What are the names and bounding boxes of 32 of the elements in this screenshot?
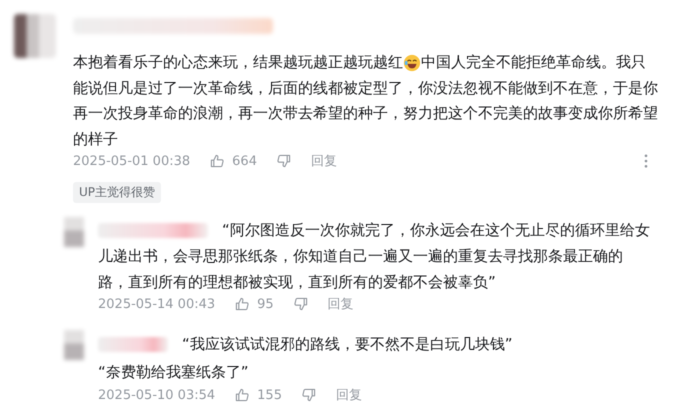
comment-text: 本抱着看乐子的心态来玩，结果越玩越正越玩越红 [73,53,403,72]
like-count: 664 [232,154,257,168]
comment-time: 2025-05-01 00:38 [73,154,190,168]
reply-text: “奈费勒给我塞纸条了” [98,362,249,382]
thumbs-up-icon[interactable] [209,153,226,169]
like-count: 95 [257,296,274,312]
more-icon[interactable] [644,154,648,168]
reply-text: “我应该试试混邪的路线，要不然不是白玩几块钱” [182,334,513,354]
blurred-avatar [64,330,84,360]
like-count: 155 [257,388,282,402]
comment-text: 能说但凡是过了一次革命线，后面的线都被定型了，你没法忽视不能做到不在意，于是你 [73,78,658,98]
comment-text: 再一次投身革命的浪潮，再一次带去希望的种子，努力把这个不完美的故事变成你所希望 [73,104,658,124]
reply-text: 儿递出书，会寻思那张纸条，你知道自己一遍又一遍的重复去寻找那条最正确的 [98,246,623,266]
reply-link[interactable]: 回复 [336,386,362,404]
reply-link[interactable]: 回复 [328,295,354,313]
blurred-avatar [64,217,84,247]
blurred-avatar [14,14,56,58]
reply-link[interactable]: 回复 [310,152,337,170]
comment-text: 的样子 [73,130,118,149]
comment-time: 2025-05-14 00:43 [98,296,216,312]
thumbs-up-icon[interactable] [234,387,250,403]
comment-time: 2025-05-10 03:54 [98,388,216,402]
blurred-username [98,336,168,352]
up-liked-badge: UP主觉得很赞 [73,182,162,203]
thumbs-down-icon[interactable] [292,296,309,312]
reply-text: 路，直到所有的理想都被实现，直到所有的爱都不会被辜负” [98,272,496,292]
comment-text: 中国人完全不能拒绝革命线。我只 [421,53,646,72]
reply-text: “阿尔图造反一次你就完了，你永远会在这个无止尽的循环里给女 [222,220,650,240]
thumbs-up-icon[interactable] [234,296,250,312]
thumbs-down-icon[interactable] [276,153,292,169]
thumbs-down-icon[interactable] [300,387,317,403]
laughing-emoji-icon [403,54,421,72]
